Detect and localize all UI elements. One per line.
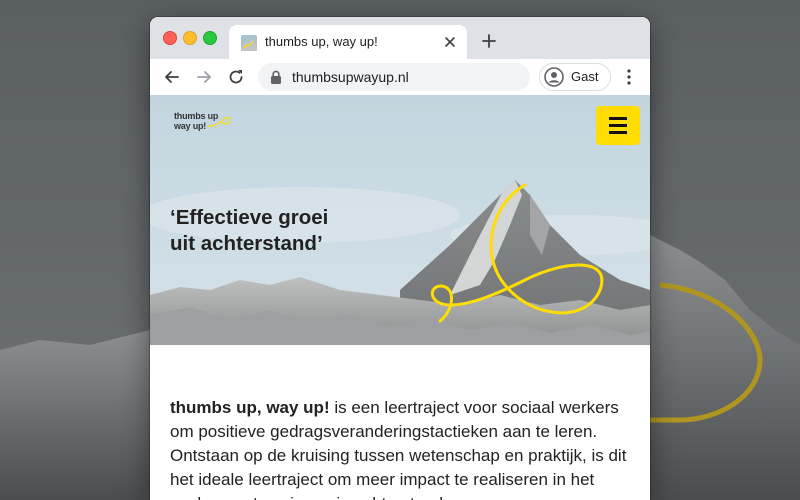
window-maximize-button[interactable] [203,31,217,45]
back-arrow-icon[interactable] [162,67,182,87]
profile-name: Gast [571,69,599,84]
window-minimize-button[interactable] [183,31,197,45]
hero-section: thumbs up way up! ‘Effectieve groei uit … [150,95,650,345]
browser-toolbar: thumbsupwayup.nl Gast [150,59,650,96]
address-bar[interactable]: thumbsupwayup.nl [258,63,530,91]
forward-arrow-icon[interactable] [194,67,214,87]
site-favicon-icon [241,35,257,51]
hamburger-icon-line [609,124,627,127]
browser-menu-icon[interactable] [622,68,636,86]
browser-tab[interactable]: thumbs up, way up! [229,25,467,59]
reload-icon[interactable] [226,67,246,87]
window-close-button[interactable] [163,31,177,45]
lock-icon[interactable] [270,70,282,84]
url-text: thumbsupwayup.nl [292,69,409,85]
close-tab-icon[interactable] [443,35,457,49]
hamburger-icon-line [609,117,627,120]
headline-line-1: ‘Effectieve groei [170,206,329,229]
profile-button[interactable]: Gast [539,63,611,91]
intro-brand: thumbs up, way up! [170,398,330,417]
headline-line-2: uit achterstand’ [170,232,323,255]
intro-paragraph: thumbs up, way up! is een leertraject vo… [170,396,630,500]
site-menu-button[interactable] [596,106,640,145]
page-viewport: thumbs up way up! ‘Effectieve groei uit … [150,95,650,500]
tab-title: thumbs up, way up! [265,34,378,49]
hero-headline: ‘Effectieve groei uit achterstand’ [170,205,328,257]
browser-window: thumbs up, way up! thumbsupwayup.nl Gast… [150,17,650,500]
logo-swirl-icon [207,117,231,127]
tab-bar: thumbs up, way up! [150,17,650,59]
hamburger-icon-line [609,131,627,134]
new-tab-icon[interactable] [480,32,498,50]
avatar-icon [544,67,564,87]
